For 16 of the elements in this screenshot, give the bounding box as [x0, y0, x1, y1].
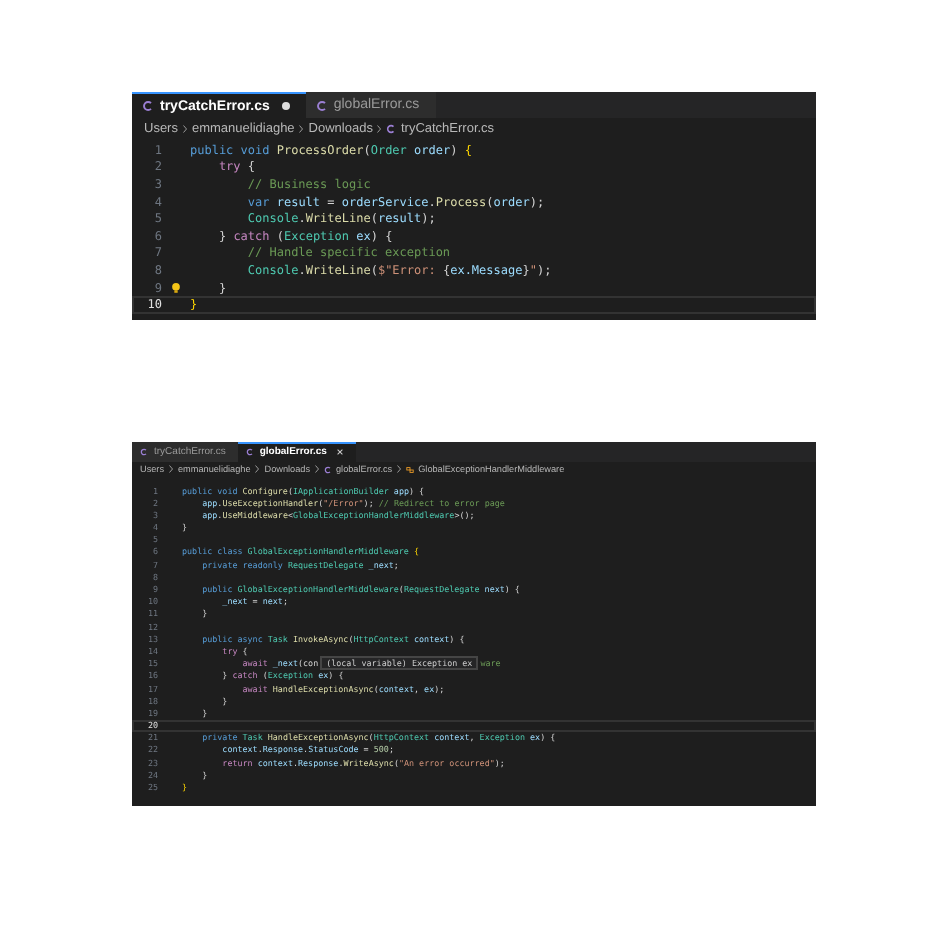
csharp-file-icon — [245, 448, 254, 457]
csharp-file-icon — [386, 124, 397, 134]
lightbulb-icon[interactable] — [170, 282, 182, 295]
csharp-file-icon — [315, 99, 328, 111]
chevron-icon — [314, 464, 320, 475]
chevron-icon — [254, 464, 261, 475]
close-icon[interactable] — [336, 448, 345, 457]
chevron-icon — [376, 124, 383, 134]
class-icon — [406, 465, 415, 474]
chevron-icon — [396, 464, 403, 475]
chevron-icon — [298, 124, 305, 134]
csharp-file-icon — [324, 465, 332, 474]
chevron-icon — [181, 124, 188, 134]
chevron-icon — [168, 464, 174, 475]
csharp-file-icon — [142, 100, 154, 112]
csharp-file-icon — [140, 447, 148, 456]
